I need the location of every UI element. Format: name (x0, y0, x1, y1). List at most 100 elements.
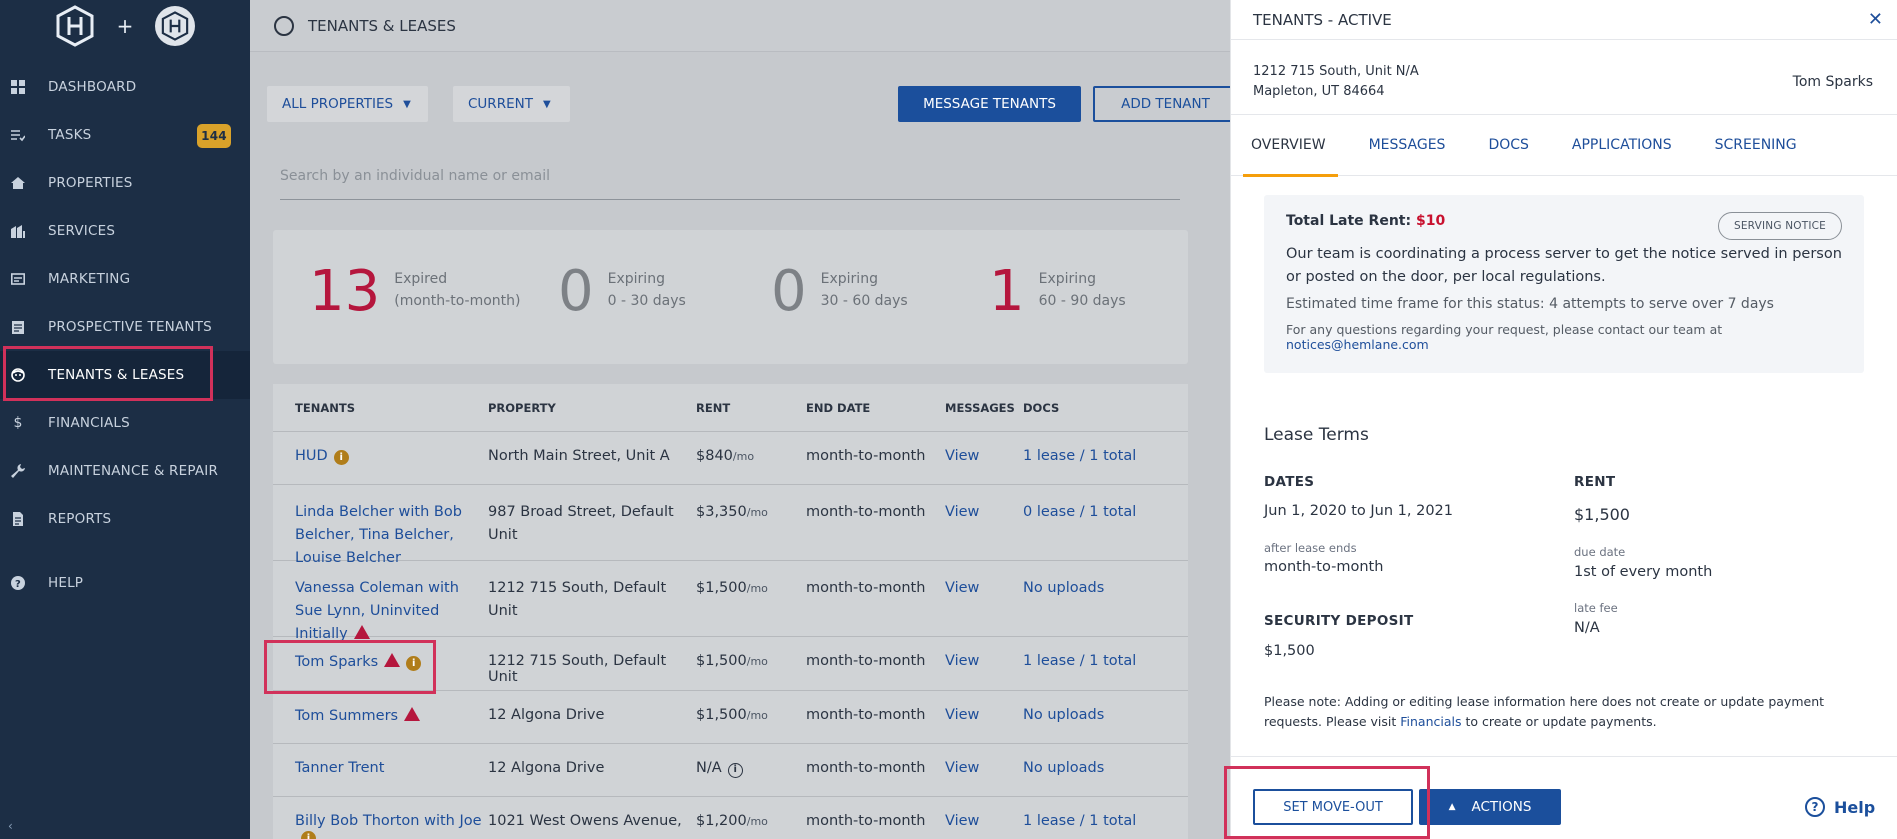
status-filter-dropdown[interactable]: CURRENT ▼ (453, 86, 570, 122)
stat-number: 0 (558, 259, 594, 324)
warning-icon[interactable] (404, 707, 421, 721)
property-cell: 1212 715 South, Default Unit (488, 653, 667, 685)
panel-address: 1212 715 South, Unit N/A Mapleton, UT 84… (1231, 40, 1897, 115)
tenant-name-link[interactable]: Vanessa Coleman with Sue Lynn, Uninvited… (295, 580, 459, 642)
close-icon[interactable]: ✕ (1868, 9, 1883, 30)
end-date-cell: month-to-month (806, 760, 926, 776)
view-messages-link[interactable]: View (945, 577, 1023, 600)
end-date-cell: month-to-month (806, 813, 926, 829)
highlight-box-tenant (264, 640, 436, 694)
stat-expiring-60-90[interactable]: 1 Expiring 60 - 90 days (989, 264, 1126, 320)
tab-screening[interactable]: SCREENING (1715, 115, 1797, 176)
stat-sublabel: 30 - 60 days (820, 293, 908, 309)
docs-link[interactable]: No uploads (1023, 760, 1188, 776)
tasks-count-badge: 144 (197, 124, 231, 148)
stat-expiring-30-60[interactable]: 0 Expiring 30 - 60 days (771, 264, 908, 320)
view-messages-link[interactable]: View (945, 813, 1023, 829)
tab-applications[interactable]: APPLICATIONS (1572, 115, 1672, 176)
due-date-value: 1st of every month (1574, 564, 1713, 580)
info-icon[interactable]: i (301, 831, 316, 839)
sidebar-item-label: PROPERTIES (48, 175, 133, 191)
tab-messages[interactable]: MESSAGES (1369, 115, 1446, 176)
caret-down-icon: ▼ (403, 98, 411, 110)
status-filter-label: CURRENT (468, 96, 533, 112)
rent-cell: $1,200 (696, 813, 747, 829)
notice-email-link[interactable]: notices@hemlane.com (1286, 337, 1429, 352)
info-icon[interactable]: i (333, 450, 349, 465)
actions-button[interactable]: ▲ ACTIONS (1419, 789, 1561, 825)
stat-label: Expiring (607, 271, 665, 287)
tenant-name-link[interactable]: Billy Bob Thorton with Joe (295, 813, 482, 829)
docs-link[interactable]: 1 lease / 1 total (1023, 448, 1188, 464)
properties-filter-dropdown[interactable]: ALL PROPERTIES ▼ (267, 86, 428, 122)
sidebar-item-dashboard[interactable]: DASHBOARD (0, 63, 250, 111)
stat-expiring-0-30[interactable]: 0 Expiring 0 - 30 days (558, 264, 686, 320)
view-messages-link[interactable]: View (945, 760, 1023, 776)
sidebar-item-help[interactable]: ? HELP (0, 559, 250, 607)
late-rent-notice: Total Late Rent: $10 SERVING NOTICE Our … (1264, 195, 1864, 373)
notice-text: Our team is coordinating a process serve… (1286, 246, 1842, 285)
account-logo[interactable] (155, 6, 196, 46)
view-messages-link[interactable]: View (945, 653, 1023, 669)
view-messages-link[interactable]: View (945, 707, 1023, 723)
table-header: TENANTS PROPERTY RENT END DATE MESSAGES … (273, 384, 1188, 432)
rent-cell: $1,500 (696, 653, 747, 669)
end-date-cell: month-to-month (806, 653, 926, 669)
table-row[interactable]: Tanner Trent 12 Algona Drive N/A i month-… (273, 744, 1188, 797)
tab-docs[interactable]: DOCS (1488, 115, 1528, 176)
tenant-name-link[interactable]: HUD (295, 448, 328, 464)
chevron-left-icon[interactable]: ‹ (8, 819, 13, 833)
stat-label: Expiring (820, 271, 878, 287)
after-lease-label: after lease ends (1264, 541, 1357, 555)
table-row[interactable]: Linda Belcher with Bob Belcher, Tina Bel… (273, 485, 1188, 566)
sidebar-item-maintenance[interactable]: MAINTENANCE & REPAIR (0, 447, 250, 495)
sidebar-item-reports[interactable]: REPORTS (0, 495, 250, 543)
financials-link[interactable]: Financials (1400, 714, 1461, 729)
end-date-cell: month-to-month (806, 580, 926, 596)
column-header: END DATE (806, 400, 871, 415)
tenant-icon (274, 15, 294, 36)
panel-tabs: OVERVIEW MESSAGES DOCS APPLICATIONS SCRE… (1231, 115, 1897, 177)
docs-link[interactable]: 0 lease / 1 total (1023, 501, 1188, 524)
sidebar-item-financials[interactable]: $ FINANCIALS (0, 399, 250, 447)
sidebar-item-label: HELP (48, 575, 84, 591)
actions-label: ACTIONS (1471, 799, 1532, 815)
view-messages-link[interactable]: View (945, 501, 1023, 524)
help-button[interactable]: ? Help (1805, 797, 1875, 817)
filter-bar: ALL PROPERTIES ▼ CURRENT ▼ MESSAGE TENAN… (267, 86, 1238, 122)
sidebar-item-marketing[interactable]: MARKETING (0, 255, 250, 303)
property-cell: 12 Algona Drive (488, 760, 605, 776)
table-row[interactable]: Vanessa Coleman with Sue Lynn, Uninvited… (273, 561, 1188, 642)
sidebar-item-prospective-tenants[interactable]: PROSPECTIVE TENANTS (0, 303, 250, 351)
docs-link[interactable]: No uploads (1023, 577, 1188, 600)
sidebar-item-tasks[interactable]: TASKS 144 (0, 111, 250, 159)
sidebar-item-services[interactable]: SERVICES (0, 207, 250, 255)
tenants-table: TENANTS PROPERTY RENT END DATE MESSAGES … (273, 384, 1188, 839)
tenant-name-link[interactable]: Tanner Trent (295, 760, 384, 776)
warning-icon[interactable] (353, 625, 370, 639)
tenant-name-link[interactable]: Linda Belcher with Bob Belcher, Tina Bel… (295, 504, 462, 566)
table-row[interactable]: Billy Bob Thorton with Joe i 1021 West Ow… (273, 797, 1188, 839)
table-row[interactable]: HUD i North Main Street, Unit A $840/mo m… (273, 432, 1188, 485)
message-tenants-button[interactable]: MESSAGE TENANTS (898, 86, 1081, 122)
table-row[interactable]: Tom Summers 12 Algona Drive $1,500/mo mo… (273, 691, 1188, 744)
docs-link[interactable]: 1 lease / 1 total (1023, 813, 1188, 829)
docs-link[interactable]: 1 lease / 1 total (1023, 653, 1188, 669)
stat-number: 0 (771, 259, 807, 324)
add-tenant-button[interactable]: ADD TENANT (1093, 86, 1238, 122)
marketing-icon (11, 273, 25, 285)
late-fee-label: late fee (1574, 601, 1618, 615)
tab-overview[interactable]: OVERVIEW (1243, 115, 1338, 177)
late-fee-value: N/A (1574, 620, 1600, 636)
properties-filter-label: ALL PROPERTIES (282, 96, 394, 112)
tenant-name-link[interactable]: Tom Summers (295, 708, 398, 724)
view-messages-link[interactable]: View (945, 448, 1023, 464)
logo-row: + (0, 0, 250, 52)
docs-link[interactable]: No uploads (1023, 707, 1188, 723)
sidebar-item-properties[interactable]: PROPERTIES (0, 159, 250, 207)
stat-expired[interactable]: 13 Expired (month-to-month) (309, 264, 520, 320)
notice-contact-text: For any questions regarding your request… (1286, 322, 1723, 337)
highlight-box-move-out (1224, 766, 1430, 839)
search-input[interactable]: Search by an individual name or email (280, 162, 1180, 200)
info-outline-icon[interactable]: i (727, 763, 743, 778)
